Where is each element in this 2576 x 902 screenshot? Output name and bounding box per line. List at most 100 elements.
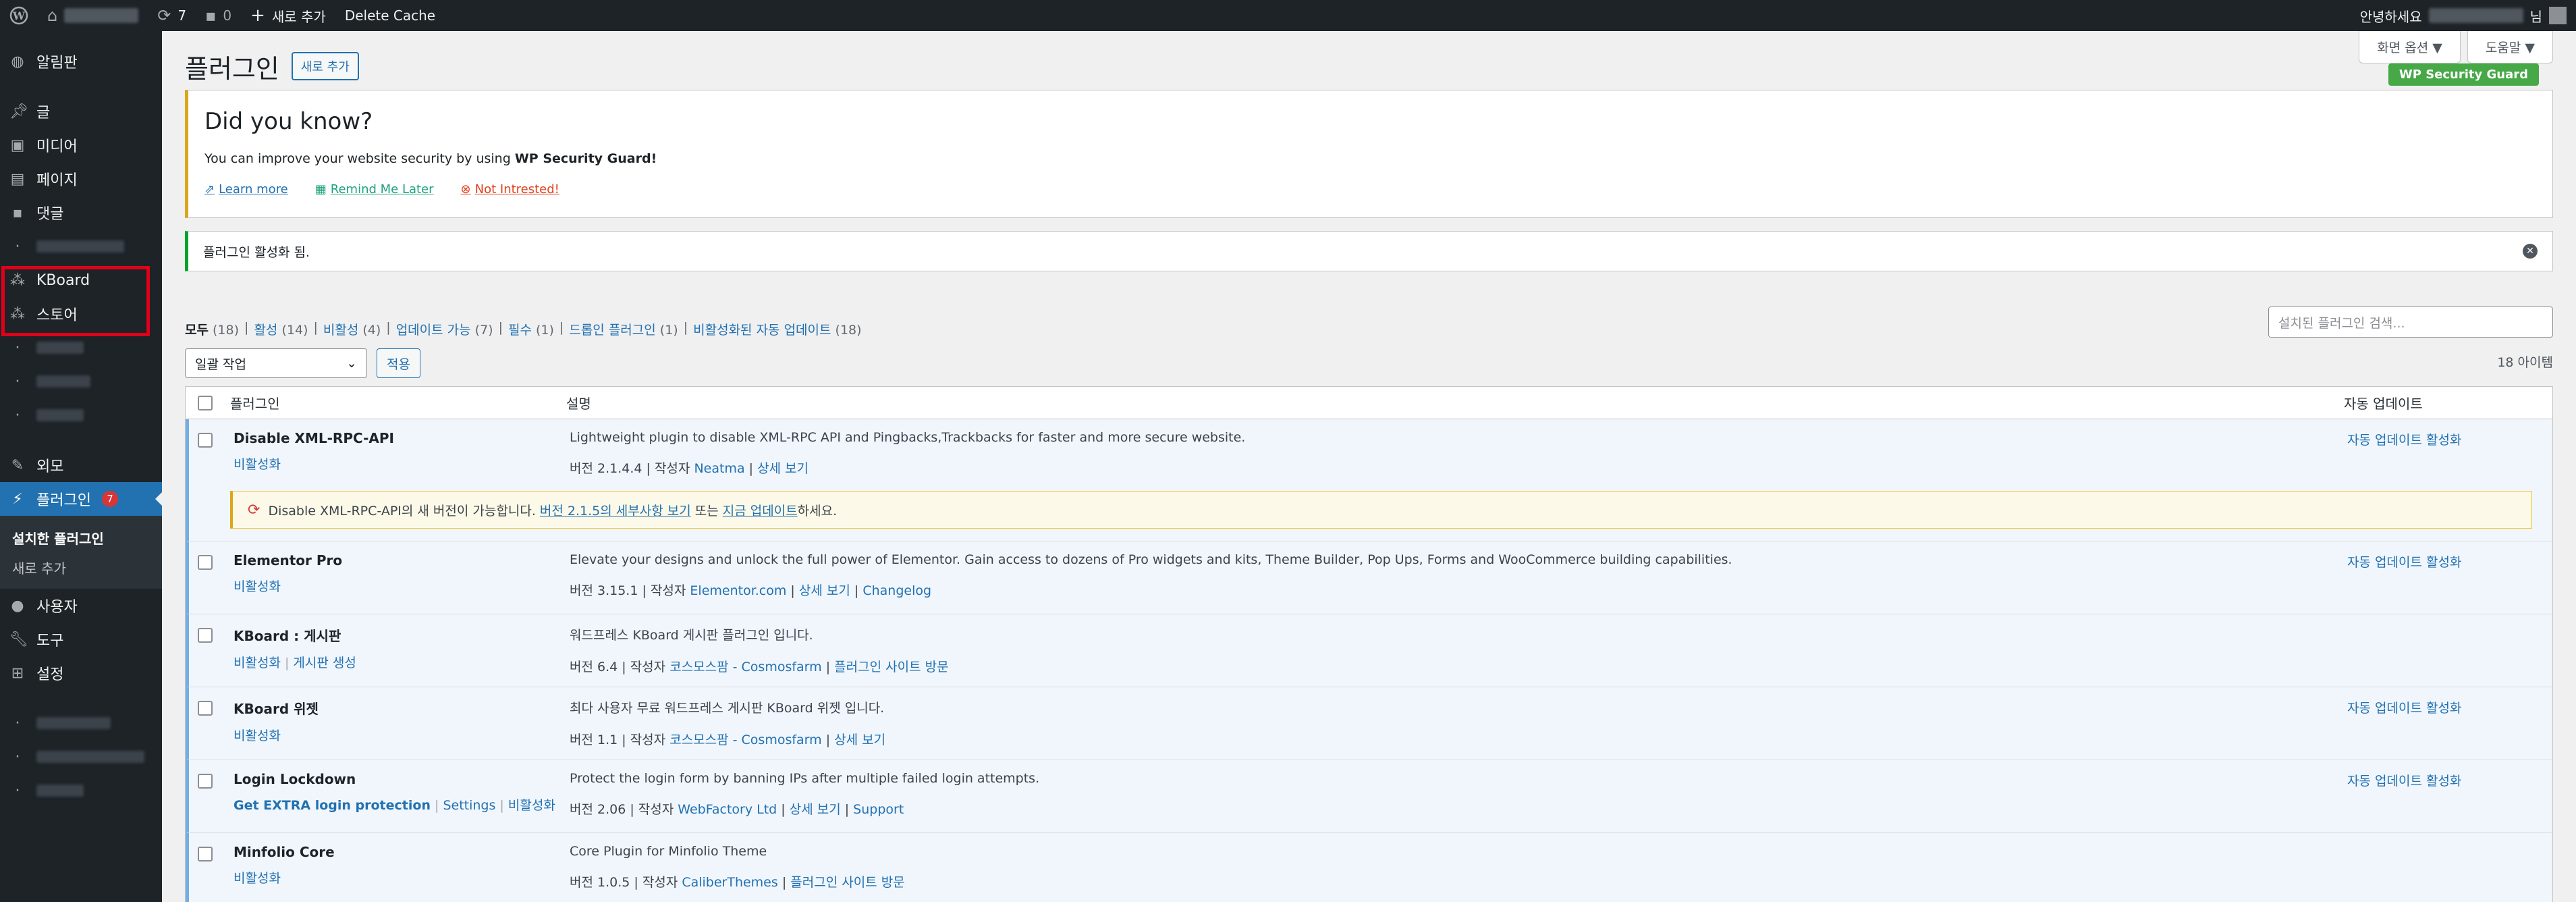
plugin-search-input[interactable]: 설치된 플러그인 검색... bbox=[2268, 307, 2553, 338]
details-link[interactable]: 상세 보기 bbox=[834, 733, 885, 747]
create-board-link[interactable]: 게시판 생성 bbox=[293, 656, 356, 670]
plugin-name: Minfolio Core bbox=[234, 844, 335, 860]
redacted-label bbox=[36, 717, 111, 729]
menu-redacted-3[interactable]: · bbox=[0, 365, 162, 398]
update-text: Disable XML-RPC-API의 새 버전이 가능합니다. bbox=[268, 503, 540, 519]
enable-auto-update-link[interactable]: 자동 업데이트 활성화 bbox=[2347, 701, 2461, 716]
plugin-meta: 버전 1.1 | 작성자 bbox=[570, 733, 670, 747]
row-checkbox[interactable] bbox=[198, 433, 213, 448]
filter-dropins[interactable]: 드롭인 플러그인 (1) bbox=[569, 320, 678, 338]
row-checkbox[interactable] bbox=[198, 847, 213, 861]
my-account-link[interactable]: 안녕하세요 님 bbox=[2351, 0, 2576, 31]
settings-link[interactable]: Settings bbox=[443, 798, 495, 813]
deactivate-link[interactable]: 비활성화 bbox=[234, 728, 281, 743]
changelog-link[interactable]: Changelog bbox=[862, 583, 931, 598]
dismiss-icon[interactable]: ✕ bbox=[2523, 244, 2538, 259]
update-now-link[interactable]: 지금 업데이트 bbox=[723, 504, 798, 519]
menu-comments[interactable]: ▪ 댓글 bbox=[0, 196, 162, 230]
redacted-icon: · bbox=[15, 714, 20, 732]
filter-inactive[interactable]: 비활성 (4) bbox=[323, 320, 381, 338]
greeting-text: 안녕하세요 bbox=[2359, 8, 2422, 25]
view-version-details-link[interactable]: 버전 2.1.5의 세부사항 보기 bbox=[540, 504, 691, 519]
delete-cache-link[interactable]: Delete Cache bbox=[335, 0, 445, 31]
filter-count: (18) bbox=[835, 323, 862, 338]
column-plugin: 플러그인 bbox=[230, 396, 280, 412]
menu-dashboard[interactable]: ◍ 알림판 bbox=[0, 45, 162, 78]
menu-label: 미디어 bbox=[36, 138, 78, 155]
author-link[interactable]: Elementor.com bbox=[690, 583, 786, 598]
menu-redacted-6[interactable]: · bbox=[0, 740, 162, 774]
not-interested-link[interactable]: ⊗ Not Intrested! bbox=[461, 182, 559, 196]
filter-all[interactable]: 모두 (18) bbox=[185, 320, 239, 338]
row-checkbox[interactable] bbox=[198, 555, 213, 570]
filter-label: 업데이트 가능 bbox=[395, 323, 471, 338]
menu-media[interactable]: ▣ 미디어 bbox=[0, 128, 162, 162]
deactivate-link[interactable]: 비활성화 bbox=[234, 656, 281, 670]
deactivate-link[interactable]: 비활성화 bbox=[234, 871, 281, 886]
submenu-installed-plugins[interactable]: 설치한 플러그인 bbox=[0, 523, 162, 552]
menu-posts[interactable]: 📌︎ 글 bbox=[0, 95, 162, 128]
menu-redacted-4[interactable]: · bbox=[0, 398, 162, 432]
menu-plugins[interactable]: ⚡︎ 플러그인 7 bbox=[0, 482, 162, 516]
wp-logo-icon[interactable]: W bbox=[0, 0, 38, 31]
delete-cache-label: Delete Cache bbox=[344, 7, 436, 24]
deactivate-link[interactable]: 비활성화 bbox=[508, 798, 555, 813]
bulk-action-select[interactable]: 일괄 작업 ⌄ bbox=[185, 348, 367, 378]
filter-active[interactable]: 활성 (14) bbox=[254, 320, 308, 338]
filter-label: 드롭인 플러그인 bbox=[569, 323, 656, 338]
filter-auto-update-disabled[interactable]: 비활성화된 자동 업데이트 (18) bbox=[693, 320, 861, 338]
menu-redacted-7[interactable]: · bbox=[0, 774, 162, 807]
new-content-link[interactable]: + 새로 추가 bbox=[241, 0, 335, 31]
filter-upgrade[interactable]: 업데이트 가능 (7) bbox=[396, 320, 493, 338]
pin-icon: 📌︎ bbox=[9, 103, 28, 120]
table-row: Elementor Pro 비활성화 Elevate your designs … bbox=[186, 541, 2552, 614]
plugin-description: 워드프레스 KBoard 게시판 플러그인 입니다. bbox=[570, 628, 813, 643]
menu-tools[interactable]: 🔧︎ 도구 bbox=[0, 622, 162, 656]
apply-button[interactable]: 적용 bbox=[377, 348, 420, 378]
add-new-button[interactable]: 새로 추가 bbox=[291, 52, 359, 80]
details-link[interactable]: 상세 보기 bbox=[799, 583, 850, 598]
plugin-description: Lightweight plugin to disable XML-RPC AP… bbox=[570, 430, 1246, 445]
wp-security-guard-badge: WP Security Guard bbox=[2388, 63, 2539, 86]
plugin-site-link[interactable]: 플러그인 사이트 방문 bbox=[834, 660, 948, 674]
get-extra-protection-link[interactable]: Get EXTRA login protection bbox=[234, 798, 431, 813]
deactivate-link[interactable]: 비활성화 bbox=[234, 457, 281, 472]
plugin-meta: 버전 1.0.5 | 작성자 bbox=[570, 875, 682, 890]
menu-appearance[interactable]: ✎ 외모 bbox=[0, 448, 162, 482]
row-checkbox[interactable] bbox=[198, 774, 213, 789]
author-link[interactable]: 코스모스팜 - Cosmosfarm bbox=[669, 660, 821, 674]
new-content-label: 새로 추가 bbox=[271, 8, 326, 25]
row-checkbox[interactable] bbox=[198, 628, 213, 643]
author-link[interactable]: WebFactory Ltd bbox=[678, 802, 777, 817]
site-name-link[interactable]: ⌂ bbox=[38, 0, 148, 31]
update-refresh-icon: ⟳ bbox=[248, 501, 261, 519]
details-link[interactable]: 상세 보기 bbox=[757, 461, 809, 476]
enable-auto-update-link[interactable]: 자동 업데이트 활성화 bbox=[2347, 433, 2461, 448]
enable-auto-update-link[interactable]: 자동 업데이트 활성화 bbox=[2347, 774, 2461, 789]
menu-pages[interactable]: ▤ 페이지 bbox=[0, 162, 162, 196]
select-all-checkbox[interactable] bbox=[198, 395, 213, 410]
author-link[interactable]: 코스모스팜 - Cosmosfarm bbox=[669, 733, 821, 747]
row-checkbox[interactable] bbox=[198, 701, 213, 716]
plugin-description: Core Plugin for Minfolio Theme bbox=[570, 844, 767, 859]
menu-redacted-1[interactable]: · bbox=[0, 230, 162, 263]
remind-later-link[interactable]: ▦ Remind Me Later bbox=[315, 182, 434, 196]
comments-icon: ▪ bbox=[12, 204, 23, 221]
filter-mustuse[interactable]: 필수 (1) bbox=[508, 320, 554, 338]
support-link[interactable]: Support bbox=[853, 802, 904, 817]
author-link[interactable]: Neatma bbox=[694, 461, 744, 476]
did-you-know-notice: Did you know? You can improve your websi… bbox=[185, 63, 2553, 218]
learn-more-link[interactable]: ⇗ Learn more bbox=[204, 182, 288, 196]
filter-label: 필수 bbox=[508, 323, 532, 338]
updates-link[interactable]: ⟳ 7 bbox=[148, 0, 196, 31]
menu-settings[interactable]: ⊞ 설정 bbox=[0, 656, 162, 690]
author-link[interactable]: CaliberThemes bbox=[682, 875, 777, 890]
comments-link[interactable]: ▪ 0 bbox=[196, 0, 241, 31]
plugin-site-link[interactable]: 플러그인 사이트 방문 bbox=[790, 875, 904, 890]
deactivate-link[interactable]: 비활성화 bbox=[234, 579, 281, 594]
details-link[interactable]: 상세 보기 bbox=[790, 802, 841, 817]
menu-users[interactable]: ● 사용자 bbox=[0, 589, 162, 622]
menu-redacted-5[interactable]: · bbox=[0, 706, 162, 740]
submenu-add-new[interactable]: 새로 추가 bbox=[0, 552, 162, 582]
enable-auto-update-link[interactable]: 자동 업데이트 활성화 bbox=[2347, 555, 2461, 570]
